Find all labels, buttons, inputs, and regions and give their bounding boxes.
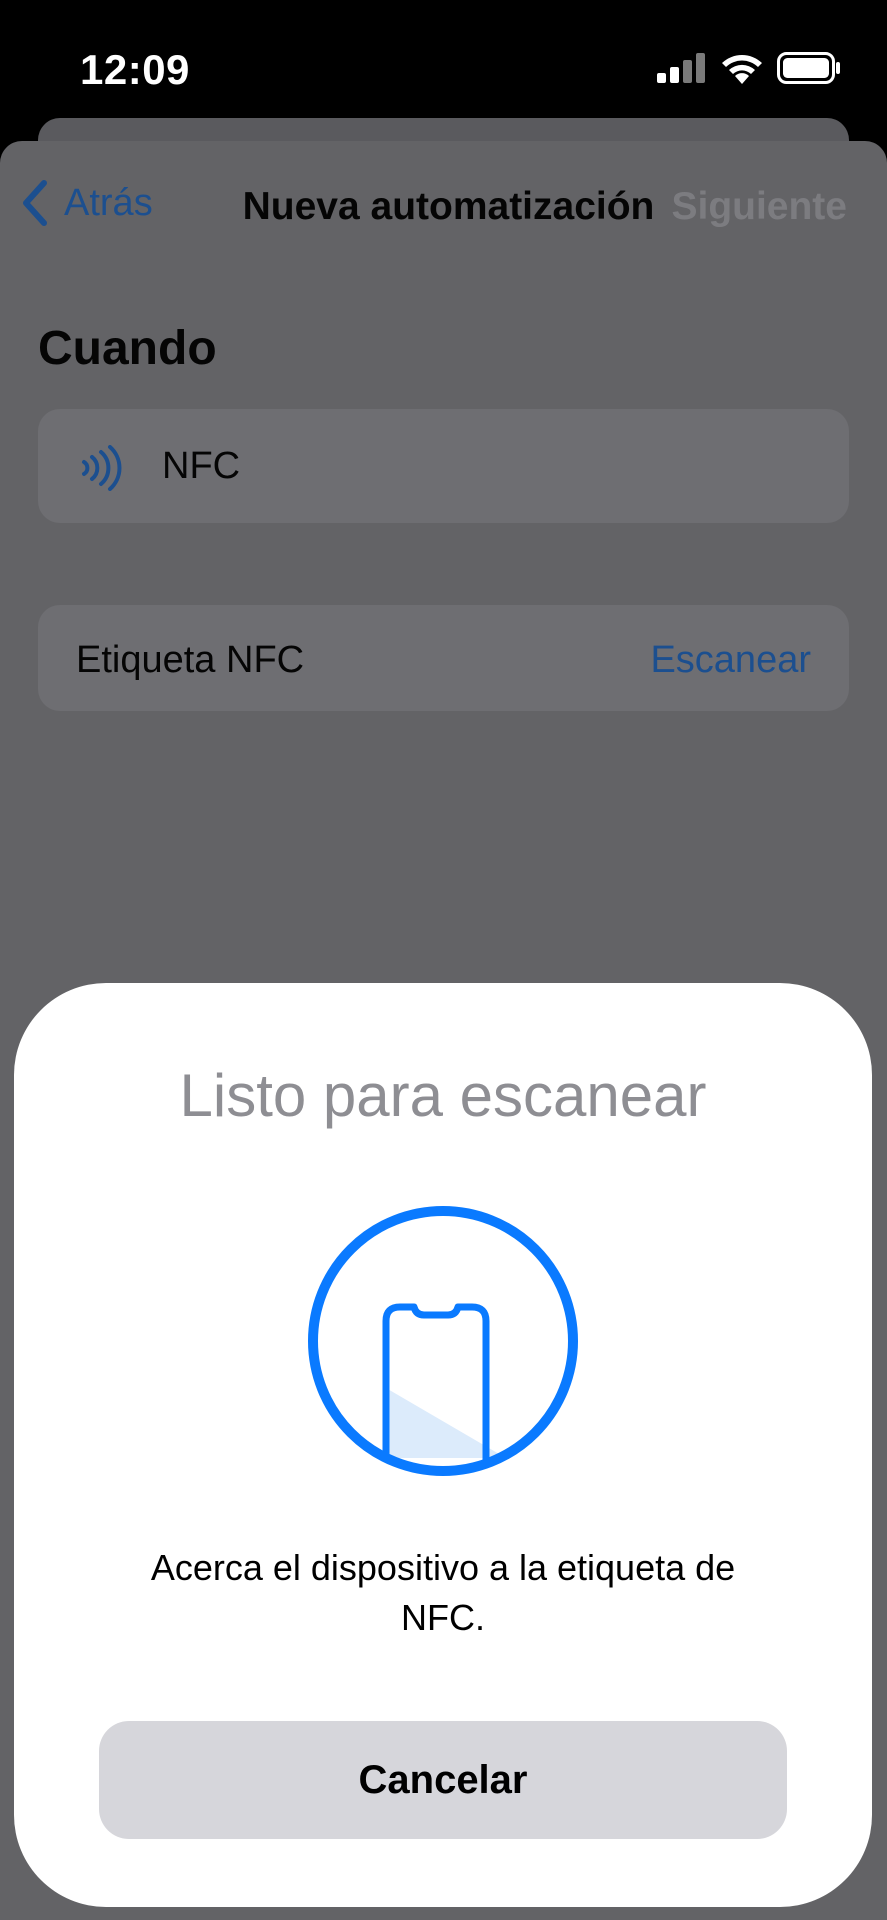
scan-button[interactable]: Escanear xyxy=(650,639,811,682)
navigation-bar: Atrás Nueva automatización Siguiente xyxy=(0,141,887,241)
section-title: Cuando xyxy=(38,322,217,375)
trigger-row[interactable]: NFC xyxy=(38,409,849,523)
cancel-button[interactable]: Cancelar xyxy=(99,1721,787,1839)
modal-message: Acerca el dispositivo a la etiqueta de N… xyxy=(150,1547,736,1638)
nfc-tag-row: Etiqueta NFC Escanear xyxy=(38,605,849,711)
next-button[interactable]: Siguiente xyxy=(671,185,847,229)
modal-title: Listo para escanear xyxy=(179,1062,707,1129)
wifi-icon xyxy=(722,55,762,84)
status-icons xyxy=(657,52,841,84)
nfc-icon xyxy=(82,445,122,491)
phone-scan-icon xyxy=(308,1206,578,1476)
battery-icon xyxy=(777,52,840,84)
nfc-tag-label: Etiqueta NFC xyxy=(76,639,305,681)
status-time: 12:09 xyxy=(80,46,190,93)
status-bar: 12:09 xyxy=(0,0,887,120)
trigger-label: NFC xyxy=(162,445,241,487)
cellular-signal-icon xyxy=(657,53,705,83)
nfc-scan-modal: Listo para escanear Acerca el dispositiv… xyxy=(14,983,872,1907)
